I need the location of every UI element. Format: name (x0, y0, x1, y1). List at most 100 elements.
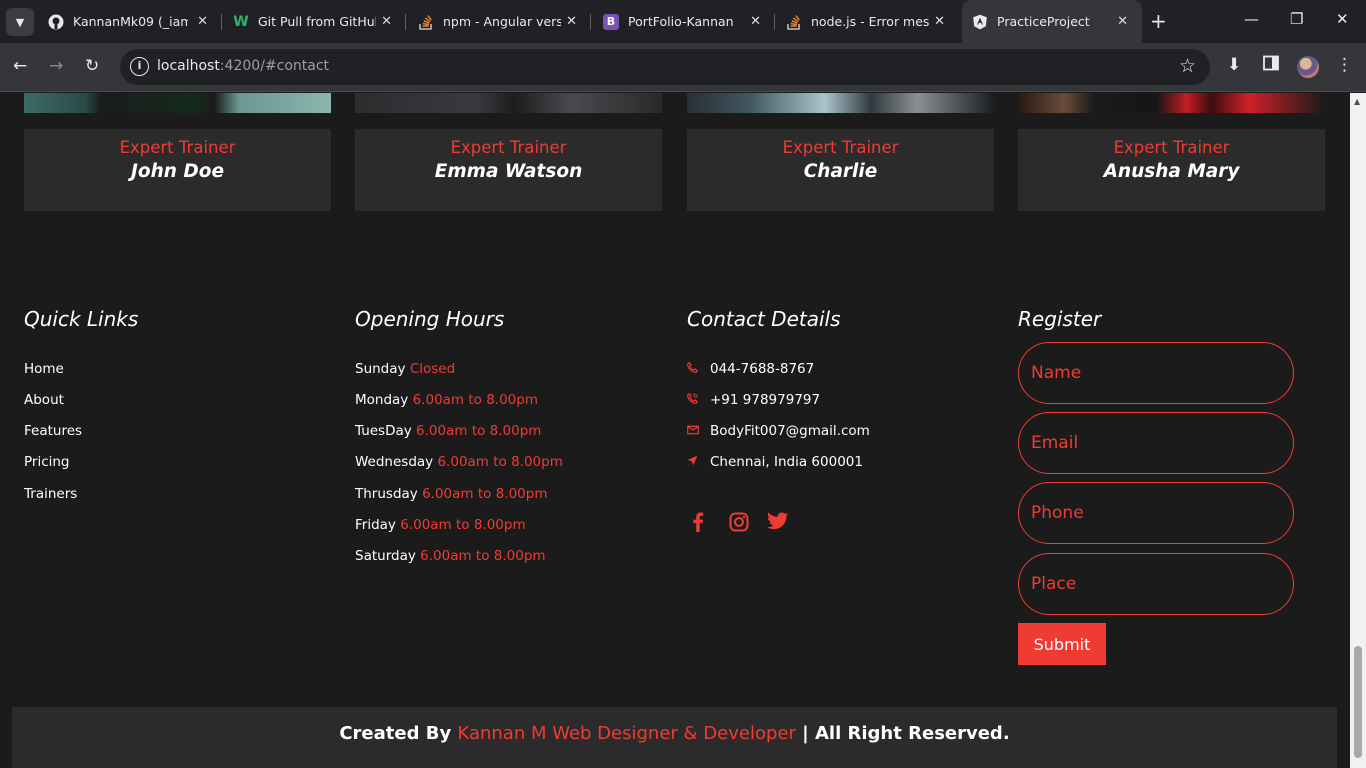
hours-time: 6.00am to 8.00pm (420, 548, 546, 564)
contact-phone: 044-7688-8767 (710, 361, 815, 377)
address-bar[interactable]: i localhost:4200/#contact ☆ (120, 49, 1210, 85)
download-icon[interactable]: ⬇ (1227, 55, 1241, 75)
hours-day: Friday (355, 517, 396, 533)
browser-tab[interactable]: W Git Pull from GitHub ✕ (224, 0, 406, 43)
back-arrow-icon[interactable]: ← (13, 55, 27, 77)
page-scrollbar[interactable]: ▲ (1350, 93, 1366, 768)
register-title: Register (1018, 307, 1102, 331)
hours-row: Friday 6.00am to 8.00pm (355, 517, 526, 533)
footer-link-trainers[interactable]: Trainers (24, 486, 77, 502)
trainer-photo (687, 93, 994, 113)
forward-arrow-icon[interactable]: → (49, 55, 63, 77)
footer-link-about[interactable]: About (24, 392, 64, 408)
url-text[interactable]: localhost:4200/#contact (157, 58, 329, 74)
instagram-icon[interactable] (729, 512, 749, 536)
scroll-up-arrow-icon[interactable]: ▲ (1354, 97, 1360, 106)
page-viewport: Expert Trainer John Doe Expert Trainer E… (0, 93, 1350, 768)
side-panel-icon[interactable] (1263, 55, 1279, 76)
trainer-name: Emma Watson (434, 161, 583, 182)
trainer-role: Expert Trainer (1113, 138, 1230, 157)
browser-tab[interactable]: B PortFolio-Kannan ✕ (593, 0, 775, 43)
hours-time: 6.00am to 8.00pm (416, 423, 542, 439)
w-icon: W (233, 13, 249, 30)
close-tab-icon[interactable]: ✕ (1117, 14, 1128, 29)
tab-title: PortFolio-Kannan (628, 14, 734, 29)
bookmark-star-icon[interactable]: ☆ (1179, 55, 1196, 77)
url-host: localhost (157, 58, 220, 74)
tab-separator (221, 14, 222, 30)
stackoverflow-icon (418, 14, 434, 30)
place-input[interactable] (1018, 553, 1294, 615)
close-window-icon[interactable]: ✕ (1336, 10, 1349, 28)
hours-time: 6.00am to 8.00pm (437, 454, 563, 470)
location-icon (687, 455, 710, 469)
new-tab-button[interactable]: + (1150, 10, 1167, 32)
hours-row: Saturday 6.00am to 8.00pm (355, 548, 546, 564)
contact-row: 044-7688-8767 (687, 361, 814, 377)
submit-button[interactable]: Submit (1018, 623, 1106, 665)
more-menu-icon[interactable]: ⋮ (1336, 55, 1353, 75)
name-input[interactable] (1018, 342, 1294, 404)
facebook-icon[interactable] (692, 512, 704, 536)
phone-input[interactable] (1018, 482, 1294, 544)
trainer-role: Expert Trainer (782, 138, 899, 157)
browser-tab-active[interactable]: PracticeProject ✕ (962, 0, 1142, 43)
footer-link-features[interactable]: Features (24, 423, 82, 439)
tab-title: KannanMk09 (_iam_m (73, 14, 188, 29)
trainer-card: Expert Trainer Anusha Mary (1018, 129, 1325, 211)
hours-day: Sunday (355, 361, 406, 377)
scrollbar-thumb[interactable] (1354, 646, 1362, 758)
hours-day: Monday (355, 392, 409, 408)
close-tab-icon[interactable]: ✕ (381, 14, 392, 29)
profile-avatar[interactable] (1297, 56, 1319, 78)
contact-row: +91 978979797 (687, 392, 820, 408)
footer-suffix: | All Right Reserved. (802, 723, 1010, 744)
bootstrap-icon: B (603, 13, 619, 30)
footer-link-pricing[interactable]: Pricing (24, 454, 70, 470)
close-tab-icon[interactable]: ✕ (750, 14, 761, 29)
stackoverflow-icon (786, 14, 802, 30)
footer-link-home[interactable]: Home (24, 361, 64, 377)
browser-tab[interactable]: KannanMk09 (_iam_m ✕ (40, 0, 222, 43)
opening-hours-title: Opening Hours (355, 307, 505, 331)
phone-ring-icon (687, 392, 710, 407)
reload-icon[interactable]: ↻ (85, 55, 99, 77)
close-tab-icon[interactable]: ✕ (934, 14, 945, 29)
trainer-card: Expert Trainer John Doe (24, 129, 331, 211)
url-path: :4200/#contact (219, 58, 330, 74)
trainer-role: Expert Trainer (119, 138, 236, 157)
contact-mobile: +91 978979797 (710, 392, 821, 408)
hours-time: Closed (409, 361, 456, 377)
twitter-icon[interactable] (767, 512, 789, 535)
tab-search-button[interactable]: ▼ (6, 8, 34, 36)
hours-row: Wednesday 6.00am to 8.00pm (355, 454, 563, 470)
restore-window-icon[interactable]: ❐ (1290, 10, 1303, 28)
site-info-icon[interactable]: i (130, 57, 149, 76)
browser-tab[interactable]: npm - Angular version ✕ (409, 0, 591, 43)
browser-tab[interactable]: node.js - Error messa ✕ (777, 0, 959, 43)
close-tab-icon[interactable]: ✕ (566, 14, 577, 29)
mail-icon (687, 424, 710, 438)
tab-separator (774, 14, 775, 30)
hours-day: Saturday (355, 548, 416, 564)
contact-row: BodyFit007@gmail.com (687, 423, 870, 439)
phone-icon (687, 361, 710, 376)
contact-address: Chennai, India 600001 (710, 454, 863, 470)
trainer-role: Expert Trainer (450, 138, 567, 157)
tab-title: PracticeProject (997, 14, 1090, 29)
trainer-name: Anusha Mary (1103, 161, 1240, 182)
tab-separator (405, 14, 406, 30)
trainer-card: Expert Trainer Emma Watson (355, 129, 662, 211)
hours-time: 6.00am to 8.00pm (422, 486, 548, 502)
contact-email: BodyFit007@gmail.com (710, 423, 870, 439)
trainer-name: Charlie (803, 161, 878, 182)
hours-day: Wednesday (355, 454, 434, 470)
close-tab-icon[interactable]: ✕ (197, 14, 208, 29)
email-input[interactable] (1018, 412, 1294, 474)
trainer-photo (1018, 93, 1325, 113)
footer-author-link[interactable]: Kannan M Web Designer & Developer (457, 723, 795, 744)
minimize-window-icon[interactable]: — (1244, 10, 1259, 28)
footer-prefix: Created By (339, 723, 452, 744)
hours-day: Thrusday (355, 486, 418, 502)
trainer-photo (355, 93, 662, 113)
